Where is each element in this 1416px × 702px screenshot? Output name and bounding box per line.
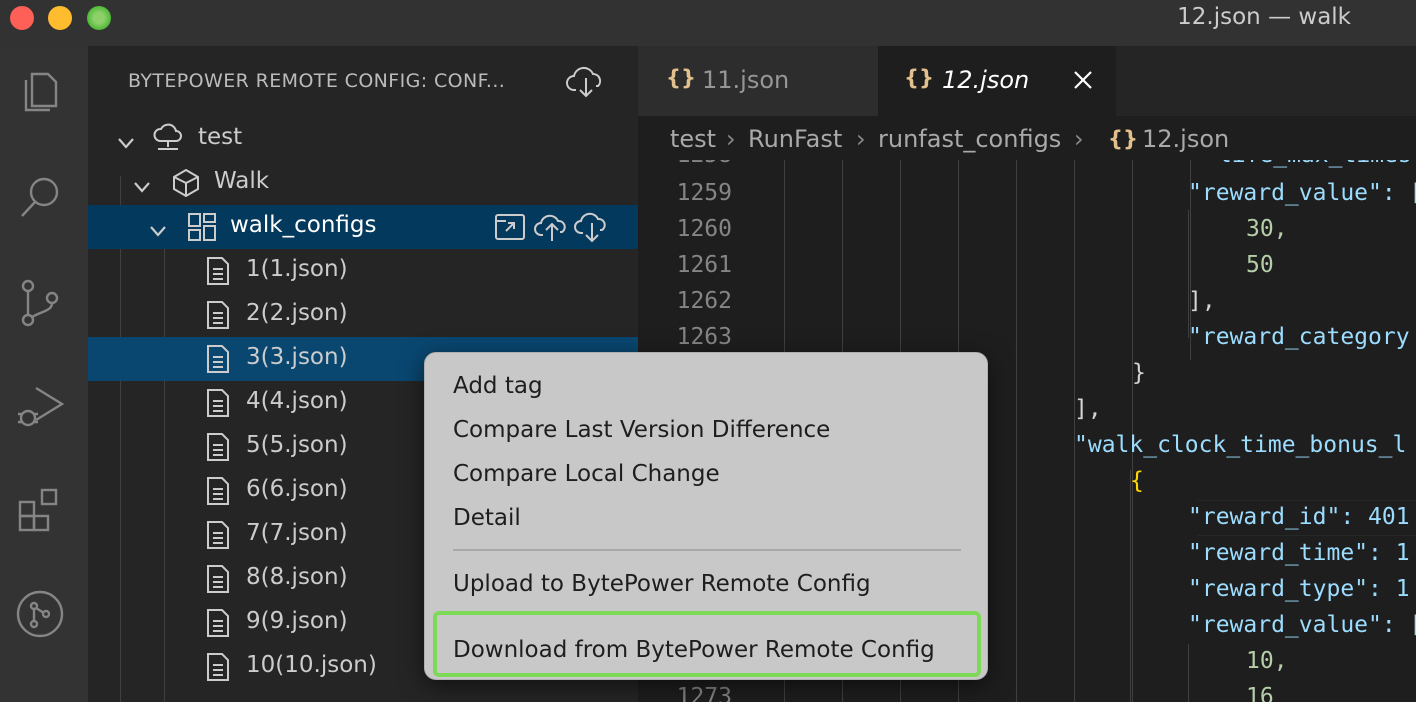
file-icon	[202, 563, 234, 595]
tree-item-label: 8(8.json)	[246, 564, 348, 590]
breadcrumb-item[interactable]: 12.json	[1142, 125, 1229, 153]
file-icon	[202, 519, 234, 551]
code-line: ],	[1074, 396, 1102, 422]
open-link-icon[interactable]	[492, 209, 528, 245]
activity-bar	[0, 46, 88, 702]
minimize-window-button[interactable]	[48, 6, 72, 30]
tree-item-walk[interactable]: Walk	[88, 161, 638, 205]
tree-item-label: test	[198, 124, 243, 150]
menu-item-compare-local-change[interactable]: Compare Local Change	[453, 461, 720, 487]
tree-item-walk-configs[interactable]: walk_configs	[88, 205, 638, 249]
line-number: 1262	[676, 288, 732, 314]
chevron-right-icon: ›	[1074, 125, 1084, 153]
cloud-upload-icon[interactable]	[534, 209, 570, 245]
window-title: 12.json — walk	[1177, 4, 1351, 30]
line-number: 1263	[676, 324, 732, 350]
cloud-server-icon	[152, 123, 184, 155]
code-line: "reward_value": [	[1188, 180, 1416, 206]
code-line: {	[1130, 468, 1144, 494]
zoom-window-button[interactable]	[87, 6, 111, 30]
chevron-down-icon	[116, 131, 136, 149]
file-icon	[202, 343, 234, 375]
tree-item-file[interactable]: 1(1.json)	[88, 249, 638, 293]
code-line: 16	[1246, 684, 1274, 702]
row-actions	[492, 209, 612, 245]
line-number: 1261	[676, 252, 732, 278]
menu-item-compare-last-version[interactable]: Compare Last Version Difference	[453, 417, 830, 443]
tree-item-test[interactable]: test	[88, 117, 638, 161]
json-icon: {}	[1108, 127, 1138, 151]
run-debug-icon[interactable]	[14, 380, 66, 432]
code-line: "reward_type": 1	[1188, 576, 1410, 602]
tree-item-label: 10(10.json)	[246, 652, 377, 678]
tree-item-label: 3(3.json)	[246, 344, 348, 370]
package-icon	[170, 167, 202, 199]
layout-icon	[186, 211, 218, 243]
code-line: ],	[1188, 288, 1216, 314]
tree-item-label: 5(5.json)	[246, 432, 348, 458]
menu-item-download[interactable]: Download from BytePower Remote Config	[453, 637, 935, 663]
chevron-down-icon	[132, 175, 152, 193]
close-icon[interactable]	[1072, 69, 1094, 91]
breadcrumb: test › RunFast › runfast_configs › {} 12…	[638, 116, 1416, 160]
cloud-download-icon[interactable]	[566, 64, 606, 100]
file-icon	[202, 651, 234, 683]
source-control-icon[interactable]	[14, 276, 66, 328]
tree-item-label: Walk	[214, 168, 270, 194]
breadcrumb-item[interactable]: test	[670, 125, 716, 153]
line-number: 1273	[676, 684, 732, 702]
line-number: 1260	[676, 216, 732, 242]
json-icon: {}	[904, 66, 934, 90]
breadcrumb-item[interactable]: runfast_configs	[878, 125, 1061, 153]
tab-11-json[interactable]: {} 11.json	[638, 46, 878, 116]
tab-12-json[interactable]: {} 12.json	[878, 46, 1116, 116]
chevron-right-icon: ›	[856, 125, 866, 153]
code-line: "walk_clock_time_bonus_l	[1074, 432, 1407, 458]
menu-item-add-tag[interactable]: Add tag	[453, 373, 543, 399]
tree-item-label: 4(4.json)	[246, 388, 348, 414]
cloud-download-icon[interactable]	[574, 209, 610, 245]
editor-tabs: {} 11.json {} 12.json	[638, 46, 1416, 116]
menu-item-detail[interactable]: Detail	[453, 505, 521, 531]
file-icon	[202, 255, 234, 287]
title-bar: 12.json — walk	[0, 0, 1416, 46]
chevron-down-icon	[148, 219, 168, 237]
tree-item-label: 7(7.json)	[246, 520, 348, 546]
menu-separator	[453, 549, 961, 551]
search-icon[interactable]	[14, 172, 66, 224]
file-icon	[202, 387, 234, 419]
json-icon: {}	[666, 66, 696, 90]
code-line: "reward_category	[1188, 324, 1410, 350]
tree-item-label: 6(6.json)	[246, 476, 348, 502]
file-icon	[202, 299, 234, 331]
tree-item-label: 9(9.json)	[246, 608, 348, 634]
tree-item-label: 2(2.json)	[246, 300, 348, 326]
chevron-right-icon: ›	[726, 125, 736, 153]
extensions-icon[interactable]	[14, 484, 66, 536]
breadcrumb-item[interactable]: RunFast	[748, 125, 842, 153]
git-graph-icon[interactable]	[14, 588, 66, 640]
sidebar-title: BYTEPOWER REMOTE CONFIG: CONF...	[128, 70, 506, 92]
code-line: 50	[1246, 252, 1274, 278]
code-line: "reward_id": 401	[1188, 504, 1410, 530]
code-line: "reward_time": 1	[1188, 540, 1410, 566]
code-line: "reward_value": [	[1188, 612, 1416, 638]
code-line: 30,	[1246, 216, 1288, 242]
close-window-button[interactable]	[10, 6, 34, 30]
menu-item-upload[interactable]: Upload to BytePower Remote Config	[453, 571, 871, 597]
code-line: }	[1132, 360, 1146, 386]
files-icon[interactable]	[14, 66, 66, 118]
tree-item-file[interactable]: 2(2.json)	[88, 293, 638, 337]
file-icon	[202, 607, 234, 639]
line-number: 1259	[676, 180, 732, 206]
code-line: 10,	[1246, 648, 1288, 674]
tree-item-label: walk_configs	[230, 212, 377, 238]
tab-label: 12.json	[942, 66, 1030, 94]
context-menu: Add tag Compare Last Version Difference …	[424, 352, 988, 680]
tab-label: 11.json	[702, 66, 790, 94]
tree-item-label: 1(1.json)	[246, 256, 348, 282]
file-icon	[202, 475, 234, 507]
file-icon	[202, 431, 234, 463]
